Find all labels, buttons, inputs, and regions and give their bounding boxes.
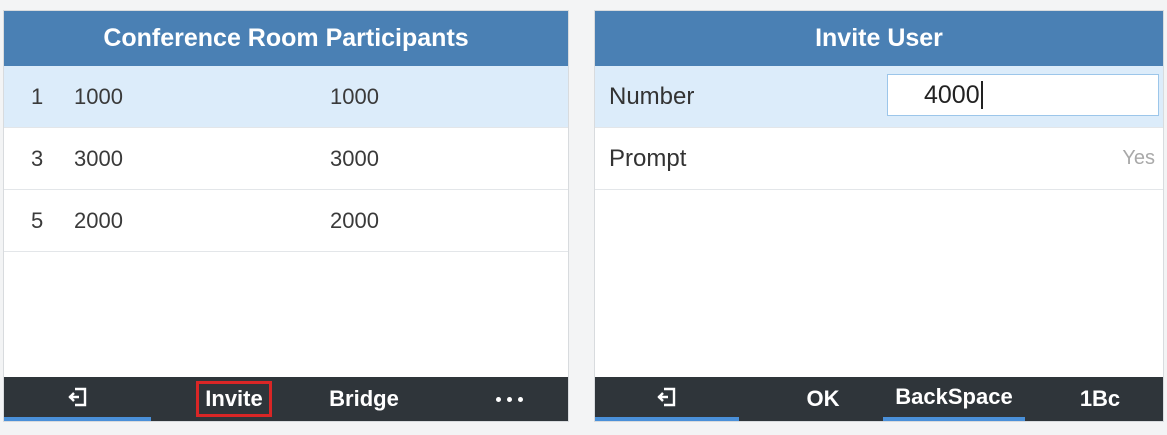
number-row[interactable]: Number 4000 — [595, 66, 1163, 128]
input-mode-button[interactable]: 1Bc — [1045, 377, 1155, 421]
participant-row[interactable]: 3 3000 3000 — [4, 128, 568, 190]
participant-index: 3 — [31, 145, 44, 171]
exit-softkey[interactable] — [595, 377, 739, 421]
participant-row[interactable]: 5 2000 2000 — [4, 190, 568, 252]
exit-icon — [656, 386, 678, 408]
page-title: Invite User — [595, 11, 1163, 66]
more-button[interactable] — [449, 377, 568, 421]
participant-number: 2000 — [74, 207, 123, 233]
bridge-button[interactable]: Bridge — [309, 377, 419, 421]
participant-row[interactable]: 1 1000 1000 — [4, 66, 568, 128]
text-cursor — [980, 81, 983, 109]
conference-participants-screen: Conference Room Participants 1 1000 1000… — [3, 10, 569, 422]
prompt-label: Prompt — [609, 144, 687, 172]
invite-label: Invite — [196, 381, 272, 417]
prompt-value: Yes — [1122, 147, 1155, 169]
participant-index: 1 — [31, 83, 44, 109]
participant-index: 5 — [31, 207, 44, 233]
exit-icon — [67, 386, 89, 408]
number-input[interactable]: 4000 — [887, 74, 1159, 116]
softkey-bar: OK BackSpace 1Bc — [595, 377, 1163, 421]
exit-softkey[interactable] — [4, 377, 151, 421]
page-title: Conference Room Participants — [4, 11, 568, 66]
participant-name: 1000 — [330, 83, 379, 109]
ok-button[interactable]: OK — [783, 377, 863, 421]
backspace-button[interactable]: BackSpace — [883, 377, 1025, 421]
participant-number: 1000 — [74, 83, 123, 109]
participant-number: 3000 — [74, 145, 123, 171]
participant-name: 3000 — [330, 145, 379, 171]
softkey-bar: Invite Bridge — [4, 377, 568, 421]
participant-name: 2000 — [330, 207, 379, 233]
prompt-row[interactable]: Prompt Yes — [595, 128, 1163, 190]
number-value: 4000 — [924, 80, 980, 109]
number-label: Number — [609, 82, 695, 110]
invite-user-screen: Invite User Number 4000 Prompt Yes OK Ba… — [594, 10, 1164, 422]
more-icon — [495, 396, 523, 402]
invite-button[interactable]: Invite — [181, 377, 287, 421]
